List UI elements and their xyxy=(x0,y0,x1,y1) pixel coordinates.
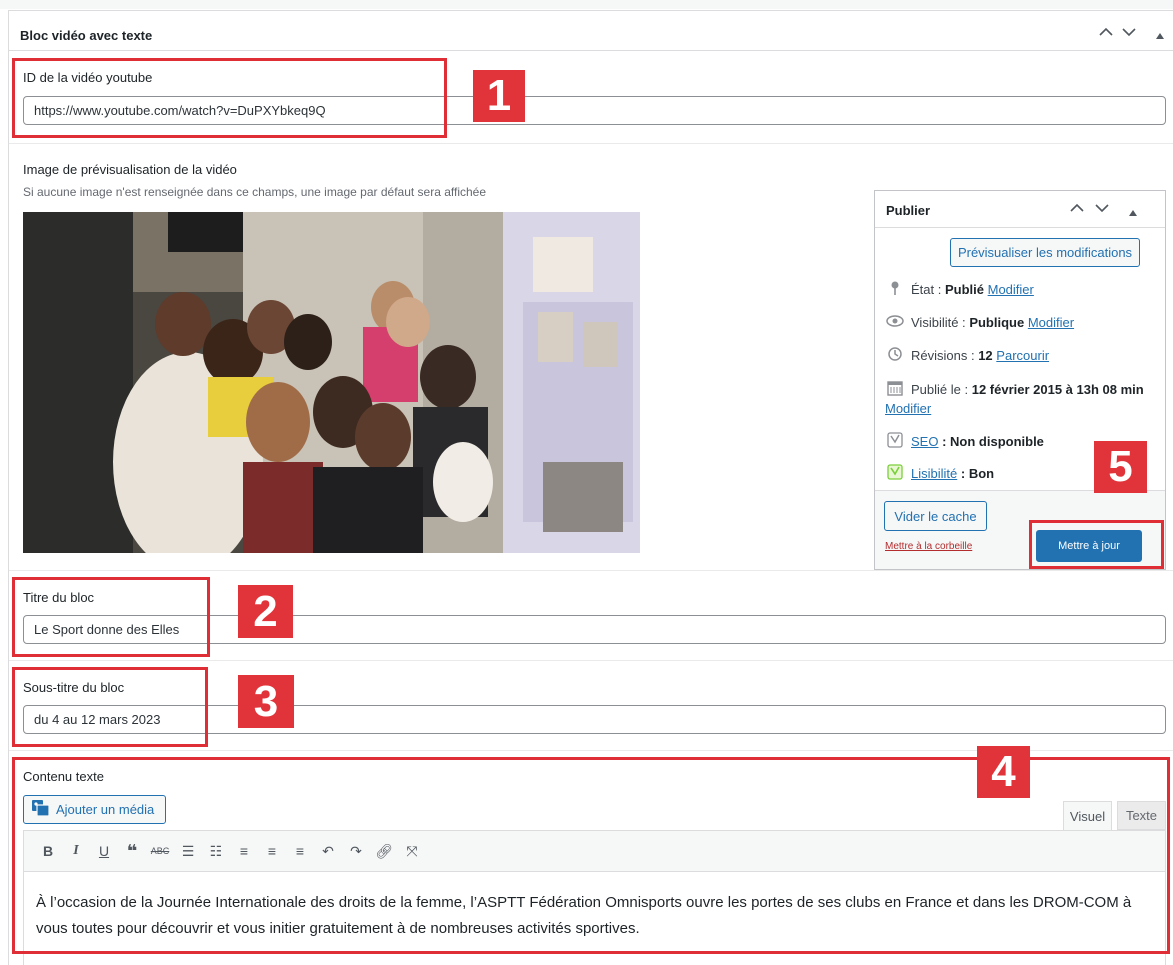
visibility-edit-link[interactable]: Modifier xyxy=(1028,315,1074,330)
clear-cache-button[interactable]: Vider le cache xyxy=(884,501,987,531)
chevron-up-icon[interactable] xyxy=(1099,24,1113,40)
visibility-value: Publique xyxy=(969,314,1025,330)
status-row: État : Publié Modifier xyxy=(885,281,1034,298)
readability-row: Lisibilité : Bon xyxy=(885,464,994,483)
preview-changes-button[interactable]: Prévisualiser les modifications xyxy=(950,238,1140,267)
panel-title: Bloc vidéo avec texte xyxy=(20,28,153,43)
revisions-browse-link[interactable]: Parcourir xyxy=(996,348,1049,363)
triangle-up-icon[interactable] xyxy=(1129,204,1137,219)
status-label: État : xyxy=(911,282,942,297)
annotation-number-5: 5 xyxy=(1094,441,1147,493)
visibility-label: Visibilité : xyxy=(911,314,966,330)
separator xyxy=(9,660,1173,661)
seo-link[interactable]: SEO xyxy=(911,434,938,449)
revisions-value: 12 xyxy=(978,348,993,363)
status-value: Publié xyxy=(944,282,984,297)
separator xyxy=(9,143,1173,144)
preview-label: Image de prévisualisation de la vidéo xyxy=(23,162,237,177)
annotation-number-2: 2 xyxy=(238,585,293,638)
annotation-number-1: 1 xyxy=(473,70,525,122)
published-edit-link[interactable]: Modifier xyxy=(885,401,931,416)
chevron-up-icon[interactable] xyxy=(1070,201,1084,216)
annotation-box-2 xyxy=(12,577,210,657)
annotation-box-5 xyxy=(1029,520,1164,569)
panel-header xyxy=(9,11,1173,51)
published-label: Publié le : xyxy=(911,382,969,397)
annotation-number-4: 4 xyxy=(977,746,1030,798)
annotation-box-1 xyxy=(12,58,447,138)
status-edit-link[interactable]: Modifier xyxy=(988,282,1034,297)
readability-link[interactable]: Lisibilité xyxy=(911,466,957,481)
seo-row: SEO : Non disponible xyxy=(885,432,1044,451)
preview-image[interactable] xyxy=(23,212,640,553)
visibility-row: Visibilité : Publique Modifier xyxy=(885,314,1074,330)
separator xyxy=(9,570,1173,571)
readability-value: : Bon xyxy=(960,466,995,481)
published-row: Publié le : 12 février 2015 à 13h 08 min xyxy=(885,380,1155,401)
history-icon xyxy=(885,346,905,365)
preview-description: Si aucune image n'est renseignée dans ce… xyxy=(23,185,487,199)
seo-value: : Non disponible xyxy=(942,434,1044,449)
annotation-number-3: 3 xyxy=(238,675,294,728)
chevron-down-icon[interactable] xyxy=(1095,201,1109,216)
eye-icon xyxy=(885,314,905,330)
annotation-box-3 xyxy=(12,667,208,747)
chevron-down-icon[interactable] xyxy=(1122,24,1136,40)
pin-icon xyxy=(885,281,905,298)
top-strip xyxy=(0,0,1173,9)
revisions-row: Révisions : 12 Parcourir xyxy=(885,346,1049,365)
publish-title: Publier xyxy=(886,203,931,218)
yoast-readability-icon xyxy=(885,464,905,483)
revisions-label: Révisions : xyxy=(911,348,975,363)
trash-link[interactable]: Mettre à la corbeille xyxy=(885,541,972,552)
yoast-seo-icon xyxy=(885,432,905,451)
triangle-up-icon[interactable] xyxy=(1156,26,1164,42)
published-value: 12 février 2015 à 13h 08 min xyxy=(971,382,1144,397)
calendar-icon xyxy=(885,380,905,401)
